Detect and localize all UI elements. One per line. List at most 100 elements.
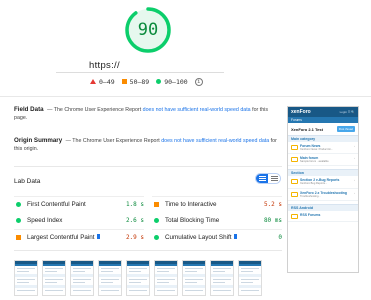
pass-circle-icon (16, 218, 21, 223)
metric-divider (14, 196, 144, 197)
legend-label-fail: 0–49 (99, 77, 115, 86)
field-data-link[interactable]: does not have sufficient real-world spee… (143, 107, 251, 113)
metric-label: Total Blocking Time (165, 217, 220, 224)
forum-icon (291, 213, 298, 219)
filmstrip-frame[interactable] (14, 260, 38, 296)
pass-circle-icon (156, 79, 162, 84)
pass-circle-icon (154, 235, 159, 240)
metric-label: Largest Contentful Paint (27, 234, 126, 241)
field-data-title: Field Data (14, 106, 44, 113)
element-flag-icon[interactable] (233, 234, 237, 239)
origin-summary-text: — The Chrome User Experience Report (65, 138, 160, 144)
preview-title: XenForo 2.1 Test (291, 126, 323, 132)
screenshot-filmstrip (14, 260, 262, 296)
metric-value: 2.6 s (125, 217, 144, 224)
metric-divider (152, 229, 282, 230)
pass-circle-icon (16, 202, 21, 207)
metric-label: Cumulative Layout Shift (165, 234, 278, 241)
metric-time-to-interactive: Time to Interactive 5.2 s (154, 199, 282, 210)
filmstrip-frame[interactable] (154, 260, 178, 296)
preview-forum-row: Section 2 e-Bug Reports XenForo Bug Repor… (288, 176, 358, 189)
preview-post-button: Post thread (336, 126, 355, 132)
filmstrip-frame[interactable] (98, 260, 122, 296)
legend-item-pass: 90–100 (156, 77, 188, 86)
chevron-right-icon: › (354, 156, 355, 161)
metric-divider (152, 196, 282, 197)
preview-forum-row: Forum News XenForo News: Product Hi... › (288, 142, 358, 155)
field-data-text: — The Chrome User Experience Report (47, 107, 142, 113)
filmstrip-frame[interactable] (238, 260, 262, 296)
preview-header: xenForo Login ☰ 🔍 (288, 107, 358, 117)
origin-summary-section: Origin Summary — The Chrome User Experie… (14, 137, 280, 153)
performance-score: 90 (137, 20, 159, 40)
lab-data-title: Lab Data (14, 178, 41, 185)
performance-score-gauge: 90 (124, 6, 172, 54)
metric-label: Time to Interactive (165, 201, 217, 208)
average-square-icon (16, 235, 21, 240)
filmstrip-frame[interactable] (182, 260, 206, 296)
url-divider (56, 72, 224, 73)
forum-icon (291, 157, 298, 163)
preview-forum-desc: Troubleshooting... (300, 194, 321, 198)
preview-forum-desc: XenForo Bug Reports... (300, 182, 328, 186)
metric-total-blocking-time: Total Blocking Time 80 ms (154, 215, 282, 226)
metrics-view-toggle[interactable] (255, 173, 281, 184)
metric-label: Speed Index (27, 217, 63, 224)
section-divider (0, 96, 371, 97)
element-flag-icon[interactable] (96, 234, 100, 239)
chevron-right-icon: › (354, 144, 355, 148)
metric-cumulative-layout-shift: Cumulative Layout Shift 0 (154, 232, 282, 243)
preview-forum-desc: Sample forum · available (300, 160, 329, 164)
score-legend: 0–49 50–89 90–100 i (90, 75, 203, 88)
metric-value: 5.2 s (263, 201, 282, 208)
origin-summary-title: Origin Summary (14, 137, 63, 144)
metric-label-text: Largest Contentful Paint (27, 234, 95, 241)
preview-forum-desc: XenForo News: Product Hi... (300, 148, 333, 151)
section-divider (14, 166, 282, 167)
chevron-right-icon: › (354, 190, 355, 195)
metric-largest-contentful-paint: Largest Contentful Paint 2.9 s (16, 232, 144, 243)
filmstrip-frame[interactable] (210, 260, 234, 296)
filmstrip-frame[interactable] (70, 260, 94, 296)
metric-divider (14, 229, 144, 230)
preview-category: Main category (288, 135, 358, 142)
metric-label: First Contentful Paint (27, 201, 86, 208)
list-icon (258, 176, 266, 181)
legend-label-pass: 90–100 (164, 77, 188, 86)
section-divider (14, 250, 282, 251)
final-screenshot-preview[interactable]: xenForo Login ☰ 🔍 Forums XenForo 2.1 Tes… (287, 106, 359, 273)
metric-value: 2.9 s (125, 234, 144, 241)
preview-forum-row: XenForo 2.x Troubleshooting Troubleshooti… (288, 189, 358, 201)
legend-item-fail: 0–49 (90, 78, 115, 86)
preview-category: Section (288, 169, 358, 177)
filmstrip-frame[interactable] (42, 260, 66, 296)
preview-forum-row: RSS Forums (288, 211, 358, 222)
preview-title-row: XenForo 2.1 Test Post thread (288, 123, 358, 132)
tested-url: https:// (89, 60, 120, 71)
average-square-icon (121, 79, 127, 84)
pass-circle-icon (154, 218, 159, 223)
filmstrip-frame[interactable] (126, 260, 150, 296)
origin-summary-link[interactable]: does not have sufficient real-world spee… (161, 138, 269, 144)
fail-triangle-icon (90, 79, 96, 84)
forum-icon (291, 179, 298, 185)
list-expanded-icon (270, 176, 278, 181)
info-icon[interactable]: i (194, 77, 203, 86)
toggle-compact-view[interactable] (256, 174, 268, 183)
average-square-icon (154, 202, 159, 207)
metric-value: 1.8 s (125, 201, 144, 208)
preview-forum-row: Main forum Sample forum · available › (288, 154, 358, 167)
chevron-right-icon: › (354, 178, 355, 183)
preview-forum-name: RSS Forums (300, 212, 321, 217)
metric-value: 0 (278, 234, 282, 241)
toggle-expanded-view[interactable] (268, 174, 280, 183)
metric-value: 80 ms (263, 217, 282, 224)
forum-icon (291, 145, 298, 150)
forum-icon (291, 191, 298, 197)
preview-category: RSS Android (288, 203, 358, 211)
metric-label-text: Cumulative Layout Shift (165, 234, 232, 241)
field-data-section: Field Data — The Chrome User Experience … (14, 106, 280, 122)
legend-item-average: 50–89 (121, 77, 150, 86)
preview-nav: Login ☰ 🔍 (339, 110, 355, 114)
legend-label-average: 50–89 (129, 77, 150, 86)
